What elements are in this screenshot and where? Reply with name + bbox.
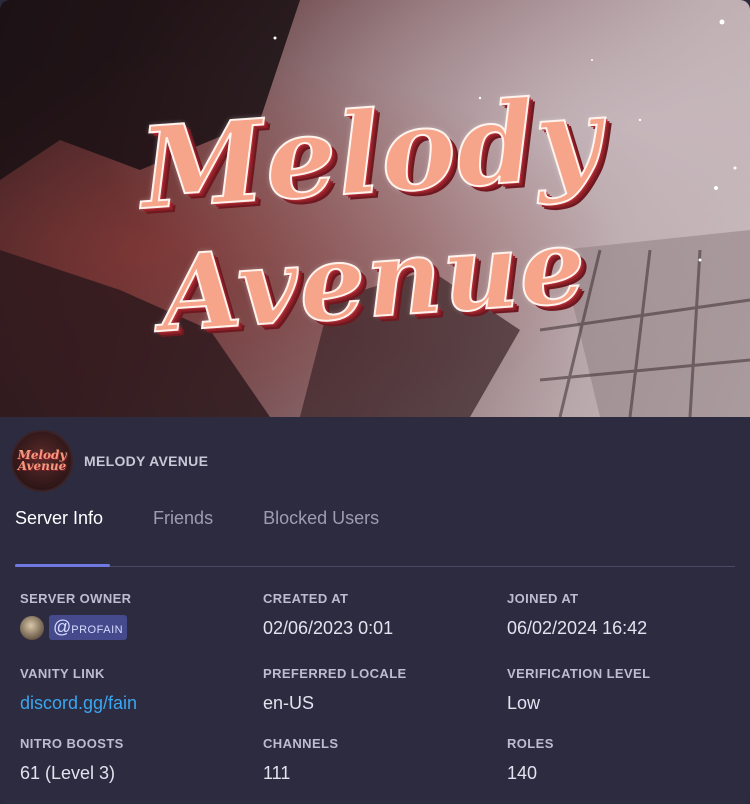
server-banner: Melody Avenue: [0, 0, 750, 417]
banner-title: Melody Avenue: [0, 0, 750, 417]
server-owner-field: SERVER OWNER @profain: [20, 591, 131, 640]
roles-field: ROLES 140: [507, 736, 554, 784]
owner-handle: profain: [71, 620, 124, 637]
vanity-link-field: VANITY LINK discord.gg/fain: [20, 666, 137, 714]
avatar-text-line-2: Avenue: [17, 459, 67, 473]
verification-level-field: VERIFICATION LEVEL Low: [507, 666, 650, 714]
created-at-field: CREATED AT 02/06/2023 0:01: [263, 591, 393, 639]
mention-at: @: [53, 617, 72, 637]
server-owner-value: @profain: [20, 615, 131, 640]
tab-blocked-users[interactable]: Blocked Users: [263, 508, 379, 540]
nitro-boosts-value: 61 (Level 3): [20, 763, 116, 783]
server-avatar[interactable]: Melody Avenue: [11, 430, 73, 492]
active-tab-indicator: [15, 564, 110, 567]
verification-level-label: VERIFICATION LEVEL: [507, 666, 651, 681]
nitro-boosts-field: NITRO BOOSTS 61 (Level 3): [20, 736, 124, 784]
vanity-link[interactable]: discord.gg/fain: [20, 693, 137, 714]
server-profile-card: Melody Avenue Melody Avenue MELODY AVENU…: [0, 0, 750, 804]
server-owner-label: SERVER OWNER: [20, 591, 132, 606]
joined-at-field: JOINED AT 06/02/2024 16:42: [507, 591, 647, 639]
server-name: MELODY AVENUE: [84, 453, 209, 469]
tab-divider: [15, 566, 735, 567]
preferred-locale-value: en-US: [263, 693, 315, 713]
roles-value: 140: [507, 763, 538, 783]
nitro-boosts-label: NITRO BOOSTS: [20, 736, 124, 751]
preferred-locale-field: PREFERRED LOCALE en-US: [263, 666, 407, 714]
tab-bar: Server Info Friends Blocked Users: [15, 508, 429, 540]
joined-at-label: JOINED AT: [507, 591, 579, 606]
channels-label: CHANNELS: [263, 736, 339, 751]
joined-at-value: 06/02/2024 16:42: [507, 618, 648, 638]
vanity-link-label: VANITY LINK: [20, 666, 105, 681]
verification-level-value: Low: [507, 693, 541, 713]
owner-mention[interactable]: @profain: [49, 615, 128, 640]
tab-server-info[interactable]: Server Info: [15, 508, 103, 540]
server-header: Melody Avenue MELODY AVENUE: [11, 430, 209, 492]
created-at-label: CREATED AT: [263, 591, 349, 606]
created-at-value: 02/06/2023 0:01: [263, 618, 394, 638]
tab-friends[interactable]: Friends: [153, 508, 213, 540]
channels-field: CHANNELS 111: [263, 736, 338, 784]
roles-label: ROLES: [507, 736, 554, 751]
preferred-locale-label: PREFERRED LOCALE: [263, 666, 407, 681]
channels-value: 111: [263, 763, 291, 783]
owner-avatar[interactable]: [20, 615, 44, 640]
